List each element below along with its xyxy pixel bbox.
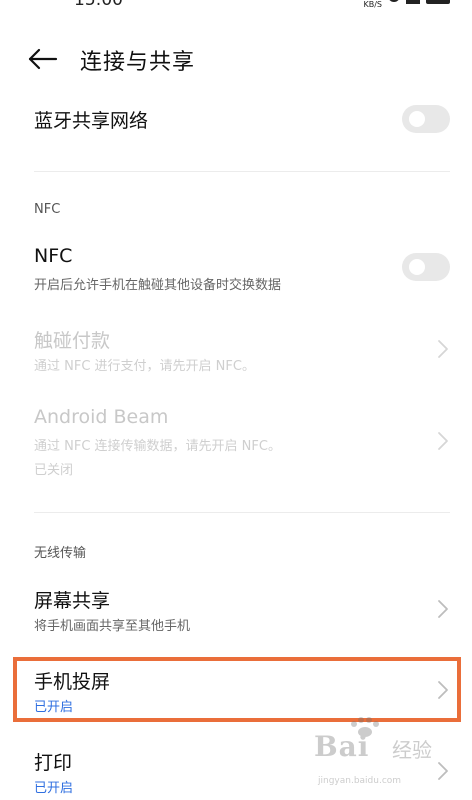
chevron-right-icon xyxy=(438,681,448,699)
chevron-right-icon xyxy=(438,340,448,358)
chevron-right-icon xyxy=(438,600,448,618)
net-speed: KB/S xyxy=(363,0,382,9)
screen-cast-title: 手机投屏 xyxy=(34,671,111,693)
print-status: 已开启 xyxy=(34,781,74,796)
nfc-subtitle: 开启后允许手机在触碰其他设备时交换数据 xyxy=(34,278,282,293)
nfc-title: NFC xyxy=(34,245,73,267)
toggle-knob xyxy=(409,111,425,127)
touch-pay-title: 触碰付款 xyxy=(34,330,111,352)
screen-share-subtitle: 将手机画面共享至其他手机 xyxy=(34,619,191,634)
screen-share-title: 屏幕共享 xyxy=(34,590,111,612)
paw-logo-icon xyxy=(351,717,379,737)
print-title: 打印 xyxy=(34,752,73,774)
section-label-nfc: NFC xyxy=(34,202,61,217)
header: 连接与共享 xyxy=(0,36,472,84)
wifi-icon xyxy=(388,0,400,2)
section-label-wireless: 无线传输 xyxy=(34,546,87,561)
status-time: 15:00 xyxy=(74,0,123,10)
divider xyxy=(34,512,450,513)
touch-pay-subtitle: 通过 NFC 进行支付，请先开启 NFC。 xyxy=(34,359,255,374)
chevron-right-icon xyxy=(438,432,448,450)
bluetooth-share-toggle[interactable] xyxy=(402,105,450,133)
bluetooth-share-title: 蓝牙共享网络 xyxy=(34,110,149,132)
status-bar: 15:00 KB/S xyxy=(0,0,472,14)
print-row[interactable]: 打印 已开启 xyxy=(0,742,472,800)
nfc-row[interactable]: NFC 开启后允许手机在触碰其他设备时交换数据 xyxy=(0,240,472,298)
android-beam-status: 已关闭 xyxy=(34,463,74,478)
android-beam-subtitle: 通过 NFC 连接传输数据，请先开启 NFC。 xyxy=(34,439,281,454)
android-beam-row[interactable]: Android Beam 通过 NFC 连接传输数据，请先开启 NFC。 已关闭 xyxy=(0,400,472,480)
toggle-knob xyxy=(409,259,425,275)
nfc-toggle[interactable] xyxy=(402,253,450,281)
touch-pay-row[interactable]: 触碰付款 通过 NFC 进行支付，请先开启 NFC。 xyxy=(0,320,472,378)
back-button[interactable] xyxy=(26,44,60,74)
bluetooth-share-row[interactable]: 蓝牙共享网络 xyxy=(0,96,472,146)
android-beam-title: Android Beam xyxy=(34,406,169,428)
divider xyxy=(34,171,450,172)
battery-icon xyxy=(426,0,450,4)
screen-share-row[interactable]: 屏幕共享 将手机画面共享至其他手机 xyxy=(0,580,472,638)
screen-cast-row[interactable]: 手机投屏 已开启 xyxy=(0,661,472,719)
page-title: 连接与共享 xyxy=(80,50,196,75)
signal-icon xyxy=(406,0,420,4)
screen-cast-status: 已开启 xyxy=(34,700,74,715)
chevron-right-icon xyxy=(438,762,448,780)
back-arrow-icon xyxy=(28,48,58,70)
status-icons: KB/S xyxy=(363,0,450,9)
